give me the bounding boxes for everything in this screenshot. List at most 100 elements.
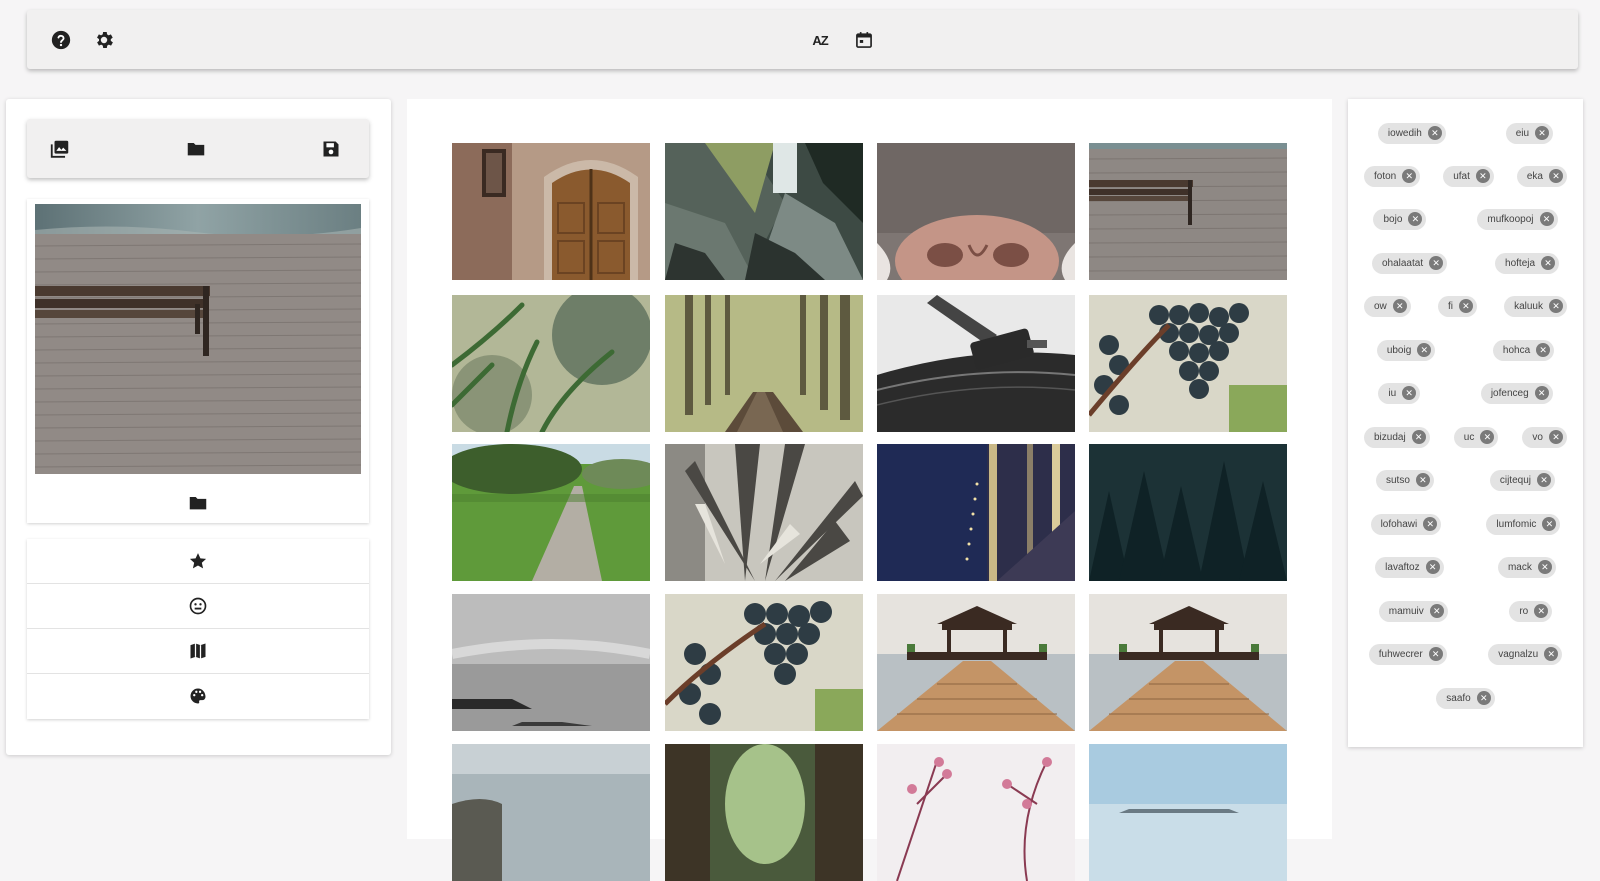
remove-tag-icon[interactable]: ✕ [1541, 256, 1556, 270]
remove-tag-icon[interactable]: ✕ [1415, 473, 1430, 487]
remove-tag-icon[interactable]: ✕ [1402, 386, 1417, 400]
tag-chip[interactable]: iowedih ✕ [1377, 122, 1446, 144]
remove-tag-icon[interactable]: ✕ [1537, 473, 1551, 487]
tag-chip[interactable]: ow ✕ [1364, 295, 1411, 317]
tag-chip[interactable]: bizudaj ✕ [1364, 426, 1430, 448]
tag-chip[interactable]: cijtequj ✕ [1489, 469, 1555, 491]
tag-chip[interactable]: ohalaatat ✕ [1371, 252, 1448, 274]
faces-row[interactable] [27, 584, 369, 629]
tag-chip[interactable]: fi ✕ [1437, 295, 1477, 317]
remove-tag-icon[interactable]: ✕ [1548, 299, 1563, 313]
remove-tag-icon[interactable]: ✕ [1429, 604, 1444, 618]
tag-chip[interactable]: uc ✕ [1453, 426, 1499, 448]
remove-tag-icon[interactable]: ✕ [1544, 647, 1559, 661]
tag-chip[interactable]: lofohawi ✕ [1370, 513, 1442, 535]
tag-label: saafo [1446, 692, 1471, 704]
remove-tag-icon[interactable]: ✕ [1427, 126, 1442, 140]
thumbnail-forest-archway[interactable] [665, 744, 863, 881]
tag-chip[interactable]: vo ✕ [1522, 426, 1567, 448]
face-icon [188, 596, 208, 616]
tag-chip[interactable]: saafo ✕ [1436, 687, 1495, 709]
favorite-row[interactable] [27, 539, 369, 584]
palette-row[interactable] [27, 674, 369, 718]
tag-chip[interactable]: ufat ✕ [1443, 165, 1494, 187]
remove-tag-icon[interactable]: ✕ [1428, 647, 1443, 661]
tag-label: mamuiv [1388, 605, 1424, 617]
remove-tag-icon[interactable]: ✕ [1534, 386, 1549, 400]
thumbnail-turntable-needle[interactable] [877, 295, 1075, 432]
tag-chip[interactable]: mack ✕ [1497, 556, 1556, 578]
thumbnail-sea-horizon[interactable] [452, 744, 650, 881]
remove-tag-icon[interactable]: ✕ [1411, 430, 1426, 444]
thumbnail-grapes-vine-2[interactable] [665, 594, 863, 731]
thumbnail-grass-blades[interactable] [452, 295, 650, 432]
tag-chip[interactable]: lumfomic ✕ [1486, 513, 1561, 535]
remove-tag-icon[interactable]: ✕ [1458, 299, 1473, 313]
map-row[interactable] [27, 629, 369, 674]
tag-chip[interactable]: uboig ✕ [1376, 339, 1436, 361]
remove-tag-icon[interactable]: ✕ [1417, 343, 1432, 357]
thumbnail-waterfall-rocks[interactable] [665, 143, 863, 280]
remove-tag-icon[interactable]: ✕ [1429, 256, 1444, 270]
thumbnail-night-bridge[interactable] [877, 444, 1075, 581]
tag-chip[interactable]: sutso ✕ [1375, 469, 1434, 491]
thumbnail-cat-nose[interactable] [877, 143, 1075, 280]
remove-tag-icon[interactable]: ✕ [1549, 169, 1563, 183]
tag-chip[interactable]: vagnalzu ✕ [1488, 643, 1563, 665]
sort-alphabetical-icon[interactable]: AZ [808, 28, 832, 52]
thumbnail-grapes-vine[interactable] [1089, 295, 1287, 432]
remove-tag-icon[interactable]: ✕ [1392, 299, 1407, 313]
tag-chip[interactable]: foton ✕ [1364, 165, 1421, 187]
tag-chip[interactable]: hohca ✕ [1492, 339, 1555, 361]
tag-chip[interactable]: kaluuk ✕ [1504, 295, 1567, 317]
tag-label: ufat [1453, 170, 1470, 182]
remove-tag-icon[interactable]: ✕ [1539, 212, 1554, 226]
tag-chip[interactable]: eka ✕ [1516, 165, 1567, 187]
help-icon[interactable] [49, 28, 73, 52]
remove-tag-icon[interactable]: ✕ [1537, 560, 1552, 574]
remove-tag-icon[interactable]: ✕ [1425, 560, 1440, 574]
tag-chip[interactable]: bojo ✕ [1373, 208, 1427, 230]
remove-tag-icon[interactable]: ✕ [1548, 430, 1563, 444]
tag-chip[interactable]: ro ✕ [1509, 600, 1553, 622]
thumbnail-bench-boardwalk[interactable] [1089, 143, 1287, 280]
remove-tag-icon[interactable]: ✕ [1535, 126, 1550, 140]
thumbnail-pier-gazebo[interactable] [877, 594, 1075, 731]
gear-icon[interactable] [92, 28, 116, 52]
preview-image[interactable] [35, 204, 361, 474]
folder-icon[interactable] [186, 491, 210, 515]
tag-label: iu [1388, 387, 1397, 399]
thumbnail-dark-forest[interactable] [1089, 444, 1287, 581]
tag-chip[interactable]: jofenceg ✕ [1480, 382, 1553, 404]
remove-tag-icon[interactable]: ✕ [1408, 212, 1423, 226]
image-album-icon[interactable] [48, 137, 72, 161]
palette-icon [188, 686, 208, 706]
remove-tag-icon[interactable]: ✕ [1402, 169, 1417, 183]
save-icon[interactable] [319, 137, 343, 161]
tag-label: iowedih [1387, 127, 1422, 139]
thumbnail-park-path[interactable] [452, 444, 650, 581]
tag-chip[interactable]: iu ✕ [1378, 382, 1421, 404]
remove-tag-icon[interactable]: ✕ [1475, 169, 1490, 183]
folder-icon[interactable] [184, 137, 208, 161]
thumbnail-foggy-shore[interactable] [452, 594, 650, 731]
thumbnail-agave-plant[interactable] [665, 444, 863, 581]
tag-chip[interactable]: mamuiv ✕ [1378, 600, 1448, 622]
tag-chip[interactable]: fuhwecrer ✕ [1368, 643, 1447, 665]
thumbnail-blue-sky-water[interactable] [1089, 744, 1287, 881]
remove-tag-icon[interactable]: ✕ [1476, 691, 1491, 705]
tag-chip[interactable]: mufkoopoj ✕ [1477, 208, 1558, 230]
remove-tag-icon[interactable]: ✕ [1542, 517, 1557, 531]
thumbnail-old-wooden-door[interactable] [452, 143, 650, 280]
tag-chip[interactable]: lavaftoz ✕ [1375, 556, 1444, 578]
thumbnail-pink-blossoms[interactable] [877, 744, 1075, 881]
thumbnail-forest-path[interactable] [665, 295, 863, 432]
thumbnail-pier-gazebo-2[interactable] [1089, 594, 1287, 731]
tag-chip[interactable]: hofteja ✕ [1495, 252, 1560, 274]
calendar-icon[interactable] [852, 28, 876, 52]
remove-tag-icon[interactable]: ✕ [1534, 604, 1549, 618]
tag-chip[interactable]: eiu ✕ [1505, 122, 1554, 144]
remove-tag-icon[interactable]: ✕ [1536, 343, 1551, 357]
remove-tag-icon[interactable]: ✕ [1423, 517, 1438, 531]
remove-tag-icon[interactable]: ✕ [1480, 430, 1495, 444]
